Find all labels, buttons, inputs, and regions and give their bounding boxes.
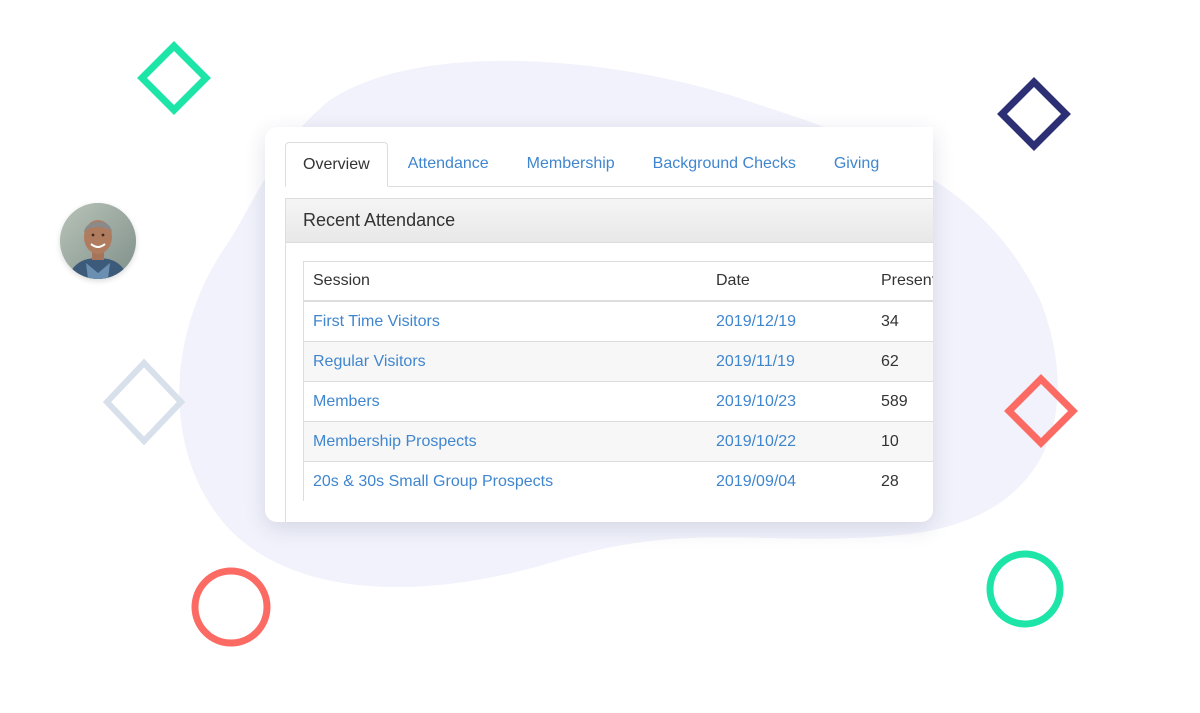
green-circle-icon [986, 550, 1064, 628]
present-count: 34 [872, 301, 933, 342]
navy-diamond-icon [997, 77, 1071, 151]
session-link[interactable]: First Time Visitors [313, 313, 440, 330]
date-link[interactable]: 2019/11/19 [716, 353, 795, 370]
present-count: 28 [881, 472, 899, 490]
table-row: Membership Prospects 2019/10/22 10 [304, 421, 933, 462]
attendance-table-wrapper: Session Date Present First Time Visitors… [303, 261, 933, 501]
tab-attendance[interactable]: Attendance [390, 142, 507, 186]
session-link[interactable]: 20s & 30s Small Group Prospects [313, 473, 553, 490]
present-count: 10 [872, 421, 933, 462]
recent-attendance-panel: Recent Attendance Session Date Present F… [285, 198, 933, 522]
person-avatar-icon [60, 203, 136, 279]
header-session: Session [304, 262, 707, 302]
table-row: First Time Visitors 2019/12/19 34 [304, 301, 933, 342]
date-link[interactable]: 2019/12/19 [716, 313, 796, 330]
tab-bar: Overview Attendance Membership Backgroun… [285, 142, 933, 187]
panel-title: Recent Attendance [286, 199, 933, 243]
green-diamond-icon [137, 41, 211, 115]
session-link[interactable]: Regular Visitors [313, 353, 426, 370]
session-link[interactable]: Membership Prospects [313, 433, 477, 450]
tab-membership[interactable]: Membership [509, 142, 633, 186]
tab-background-checks[interactable]: Background Checks [635, 142, 814, 186]
table-row: Regular Visitors 2019/11/19 62 [304, 341, 933, 382]
table-row: Members 2019/10/23 589 [304, 381, 933, 422]
present-count: 62 [872, 341, 933, 382]
date-link[interactable]: 2019/09/04 [716, 473, 796, 490]
grey-diamond-icon [102, 358, 186, 446]
date-link[interactable]: 2019/10/23 [716, 393, 796, 410]
date-link[interactable]: 2019/10/22 [716, 433, 796, 450]
header-present: Present [872, 262, 933, 302]
coral-circle-icon [191, 567, 271, 647]
table-header-row: Session Date Present [304, 262, 933, 302]
attendance-table: Session Date Present First Time Visitors… [304, 262, 933, 501]
tab-giving[interactable]: Giving [816, 142, 897, 186]
session-link[interactable]: Members [313, 393, 380, 410]
present-count: 589 [872, 381, 933, 422]
profile-card: Overview Attendance Membership Backgroun… [265, 127, 933, 522]
tab-overview[interactable]: Overview [285, 142, 388, 187]
table-row: 20s & 30s Small Group Prospects 2019/09/… [304, 462, 933, 502]
coral-diamond-icon [1004, 374, 1078, 448]
header-date: Date [707, 262, 872, 302]
